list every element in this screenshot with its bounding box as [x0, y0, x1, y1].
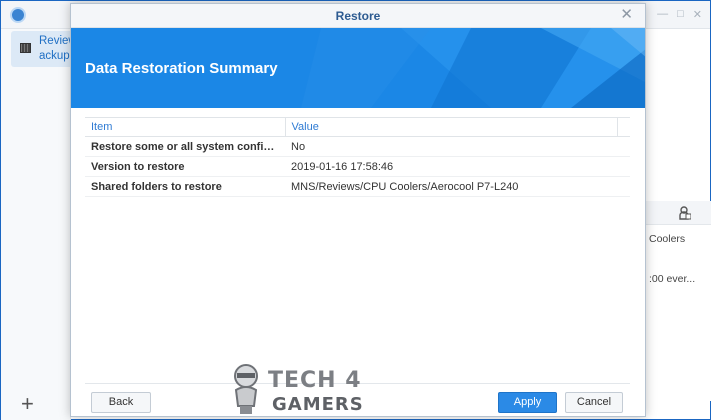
column-header-item[interactable]: Item: [85, 117, 286, 137]
summary-banner: Data Restoration Summary: [71, 28, 645, 108]
dialog-title: Restore: [335, 9, 381, 23]
backup-app-icon: [10, 7, 26, 23]
row-item-label: Restore some or all system configura...: [85, 136, 285, 157]
detail-text-2: :00 ever...: [649, 273, 696, 285]
detail-text-1: Coolers: [649, 233, 686, 245]
dialog-titlebar: Restore ✕: [71, 4, 645, 28]
restore-dialog: Restore ✕ Data Restoration Summary Item …: [70, 3, 646, 417]
background-detail-panel: [646, 201, 711, 401]
summary-table: Item Value Restore some or all system co…: [85, 117, 630, 197]
row-item-value: 2019-01-16 17:58:46: [285, 156, 630, 177]
apply-button[interactable]: Apply: [498, 392, 557, 413]
table-row: Restore some or all system configura... …: [85, 136, 630, 157]
permission-icon[interactable]: [679, 206, 691, 220]
nas-icon: [20, 43, 31, 53]
table-row: Shared folders to restore MNS/Reviews/CP…: [85, 176, 630, 197]
column-header-value[interactable]: Value: [285, 117, 618, 137]
row-item-label: Shared folders to restore: [85, 176, 285, 197]
cancel-button[interactable]: Cancel: [565, 392, 623, 413]
maximize-icon[interactable]: □: [677, 8, 684, 21]
row-item-label: Version to restore: [85, 156, 285, 177]
row-item-value: MNS/Reviews/CPU Coolers/Aerocool P7-L240: [285, 176, 630, 197]
backup-task-item[interactable]: Review ackup: [11, 31, 77, 67]
banner-title: Data Restoration Summary: [85, 60, 278, 77]
add-task-button[interactable]: +: [21, 393, 34, 415]
table-header-row: Item Value: [85, 117, 630, 137]
minimize-icon[interactable]: —: [657, 8, 668, 21]
watermark-line1: TECH 4: [268, 368, 362, 393]
close-icon[interactable]: ✕: [620, 7, 633, 22]
row-item-value: No: [285, 136, 630, 157]
back-button[interactable]: Back: [91, 392, 151, 413]
watermark-line2: GAMERS: [272, 394, 364, 415]
close-icon[interactable]: ✕: [693, 8, 702, 21]
watermark-logo: TECH 4 GAMERS: [228, 360, 368, 418]
mascot-icon: [234, 364, 258, 414]
window-controls: — □ ✕: [657, 8, 702, 21]
column-header-spacer: [617, 117, 630, 137]
table-row: Version to restore 2019-01-16 17:58:46: [85, 156, 630, 177]
background-sidebar: [1, 29, 71, 420]
